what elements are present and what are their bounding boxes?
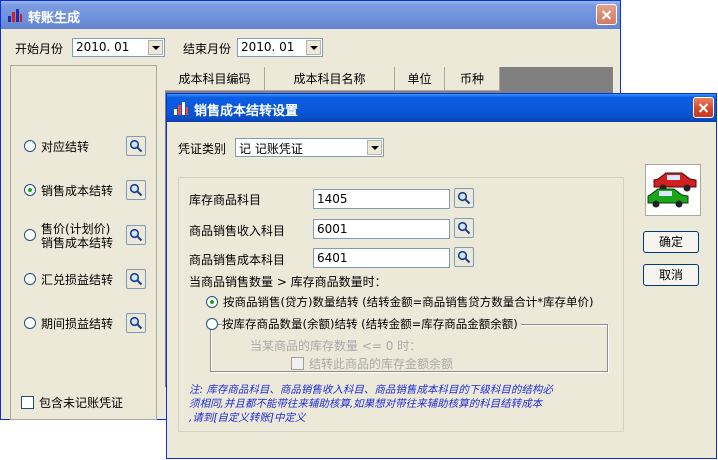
- option-planned-price-radio[interactable]: [24, 229, 36, 241]
- note-line-2: 须相同,并且都不能带往来辅助核算,如果想对带往来辅助核算的科目结转成本: [189, 398, 543, 410]
- bar-chart-icon: [174, 102, 188, 115]
- dialog-title: 销售成本结转设置: [194, 104, 299, 119]
- option-exchange-label[interactable]: 汇兑损益结转: [41, 271, 113, 288]
- cars-icon: [645, 164, 701, 216]
- bar-chart-icon: [8, 9, 22, 22]
- note-line-1: 注: 库存商品科目、商品销售收入科目、商品销售成本科目的下级科目的结构必: [189, 384, 553, 396]
- voucher-type-value: 记 记账凭证: [239, 142, 303, 156]
- dialog-close-button[interactable]: [693, 97, 714, 118]
- sales-quantity-label[interactable]: 按商品销售(贷方)数量结转 (结转金额=商品销售贷方数量合计*库存单价): [223, 294, 593, 310]
- table-header-code[interactable]: 成本科目编码: [165, 67, 265, 91]
- end-month-label: 结束月份: [183, 42, 232, 56]
- chevron-down-icon[interactable]: [367, 140, 382, 155]
- search-icon: [129, 316, 143, 330]
- carry-balance-checkbox[interactable]: [291, 357, 304, 370]
- inventory-quantity-radio[interactable]: [206, 318, 218, 330]
- inventory-subject-search-button[interactable]: [454, 188, 474, 208]
- sales-income-subject-input[interactable]: 6001: [313, 219, 450, 239]
- option-period-radio[interactable]: [24, 317, 36, 329]
- main-titlebar[interactable]: 转账生成: [1, 1, 620, 29]
- sales-cost-subject-label: 商品销售成本科目: [189, 253, 286, 267]
- option-corresponding-radio[interactable]: [24, 140, 36, 152]
- carry-balance-label[interactable]: 结转此商品的库存金额余额: [309, 355, 453, 372]
- table-header-name[interactable]: 成本科目名称: [265, 67, 395, 91]
- sales-cost-subject-input[interactable]: 6401: [313, 248, 450, 268]
- include-unposted-checkbox[interactable]: [21, 396, 34, 409]
- condition-text: 当商品销售数量 > 库存商品数量时：: [189, 275, 387, 289]
- search-icon: [129, 183, 143, 197]
- voucher-type-select[interactable]: 记 记账凭证: [235, 138, 384, 157]
- table-header-unit[interactable]: 单位: [395, 67, 445, 91]
- dialog-titlebar[interactable]: 销售成本结转设置: [167, 94, 716, 122]
- start-month-label: 开始月份: [15, 42, 64, 56]
- option-planned-price-label-2[interactable]: 销售成本结转: [41, 234, 113, 251]
- end-month-value: 2010. 01: [241, 40, 295, 54]
- sub-condition-text: 当某商品的库存数量 <= 0 时：: [250, 339, 422, 353]
- option-sales-cost-radio[interactable]: [24, 184, 36, 196]
- table-header-currency[interactable]: 币种: [445, 67, 500, 91]
- start-month-select[interactable]: 2010. 01: [72, 38, 165, 57]
- option-corresponding-label[interactable]: 对应结转: [41, 138, 89, 155]
- start-month-value: 2010. 01: [76, 40, 130, 54]
- inventory-quantity-label[interactable]: 按库存商品数量(余额)结转 (结转金额=库存商品金额余额): [222, 316, 521, 332]
- option-period-label[interactable]: 期间损益结转: [41, 315, 113, 332]
- cancel-button[interactable]: 取消: [643, 264, 699, 286]
- chevron-down-icon[interactable]: [148, 40, 163, 55]
- sales-cost-subject-search-button[interactable]: [454, 247, 474, 267]
- voucher-type-label: 凭证类别: [178, 142, 227, 156]
- sales-cost-dialog: 销售成本结转设置 凭证类别 记 记账凭证 库存商品科目 1405 商品销售收入科…: [166, 93, 717, 459]
- inventory-subject-input[interactable]: 1405: [313, 189, 450, 209]
- sales-income-subject-label: 商品销售收入科目: [189, 224, 286, 238]
- note-line-3: ,请到[自定义转账]中定义: [189, 412, 306, 424]
- option-exchange-radio[interactable]: [24, 273, 36, 285]
- option-exchange-search-button[interactable]: [126, 269, 146, 289]
- main-window-title: 转账生成: [28, 11, 81, 26]
- option-sales-cost-search-button[interactable]: [126, 180, 146, 200]
- search-icon: [129, 139, 143, 153]
- search-icon: [457, 221, 471, 235]
- search-icon: [457, 191, 471, 205]
- end-month-select[interactable]: 2010. 01: [237, 38, 323, 57]
- option-sales-cost-label[interactable]: 销售成本结转: [41, 182, 113, 199]
- main-close-button[interactable]: [596, 4, 617, 25]
- search-icon: [457, 250, 471, 264]
- option-planned-price-search-button[interactable]: [126, 225, 146, 245]
- inventory-subject-label: 库存商品科目: [189, 193, 262, 207]
- search-icon: [129, 228, 143, 242]
- ok-button[interactable]: 确定: [643, 231, 699, 253]
- option-corresponding-search-button[interactable]: [126, 136, 146, 156]
- option-period-search-button[interactable]: [126, 313, 146, 333]
- chevron-down-icon[interactable]: [306, 40, 321, 55]
- sales-income-subject-search-button[interactable]: [454, 218, 474, 238]
- include-unposted-label[interactable]: 包含未记账凭证: [39, 394, 123, 411]
- sales-quantity-radio[interactable]: [206, 296, 218, 308]
- search-icon: [129, 272, 143, 286]
